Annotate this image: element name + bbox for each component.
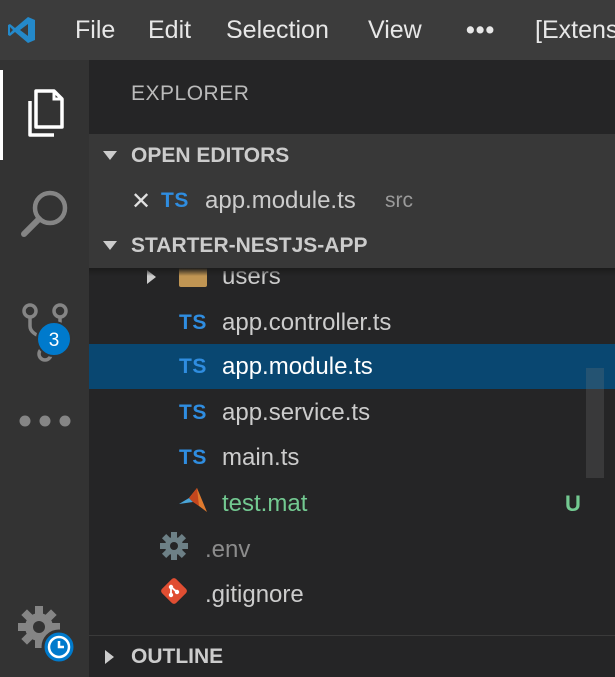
title-bar: File Edit Selection View ••• [Extension … [0, 0, 615, 60]
tree-item-app-module[interactable]: TS app.module.ts [89, 344, 615, 389]
search-button[interactable] [0, 170, 89, 260]
open-editor-name: app.module.ts [205, 187, 356, 214]
menu-edit[interactable]: Edit [148, 0, 191, 60]
tree-item-label: test.mat [222, 489, 308, 517]
tree-item-label: .env [205, 535, 251, 563]
tree-item-label: main.ts [222, 443, 300, 471]
chevron-down-icon [89, 241, 131, 251]
manage-button[interactable] [0, 590, 89, 677]
open-editor-description: src [385, 189, 413, 212]
untracked-status-badge: U [565, 490, 581, 516]
tree-item-label: app.controller.ts [222, 308, 392, 336]
outline-label: OUTLINE [131, 644, 224, 668]
typescript-file-icon: TS [179, 400, 207, 424]
typescript-file-icon: TS [179, 445, 207, 469]
files-icon [24, 87, 68, 144]
tree-item-app-service[interactable]: TS app.service.ts [89, 390, 615, 435]
source-control-badge: 3 [36, 321, 72, 357]
menu-file[interactable]: File [75, 0, 115, 60]
clock-icon [41, 629, 76, 664]
explorer-sidebar: EXPLORER OPEN EDITORS ✕ TS app.module.ts… [89, 60, 615, 677]
chevron-down-icon [89, 151, 131, 161]
tree-item-main[interactable]: TS main.ts [89, 435, 615, 480]
tree-item-gitignore[interactable]: .gitignore [89, 572, 615, 617]
gear-icon [13, 601, 77, 670]
typescript-file-icon: TS [161, 189, 189, 212]
scrollbar-thumb[interactable] [586, 368, 604, 478]
tree-item-label: app.module.ts [222, 352, 373, 380]
project-label: STARTER-NESTJS-APP [131, 234, 368, 257]
header-shadow [89, 268, 615, 276]
git-icon [159, 576, 189, 613]
close-icon[interactable]: ✕ [131, 187, 151, 216]
ellipsis-icon [18, 414, 72, 433]
open-editors-label: OPEN EDITORS [131, 144, 290, 167]
vscode-logo-icon[interactable] [0, 0, 44, 60]
open-editors-header[interactable]: OPEN EDITORS [89, 134, 615, 178]
menu-selection[interactable]: Selection [226, 0, 329, 60]
typescript-file-icon: TS [179, 310, 207, 334]
matlab-icon [177, 486, 209, 521]
explorer-title: EXPLORER [131, 82, 250, 105]
open-editor-item[interactable]: ✕ TS app.module.ts src [89, 178, 615, 224]
tree-item-test-mat[interactable]: test.mat U [89, 481, 615, 526]
window-title: [Extension Development Host] [535, 16, 615, 44]
tree-item-env[interactable]: .env [89, 527, 615, 572]
explorer-button[interactable] [0, 70, 89, 160]
menu-more-button[interactable]: ••• [466, 0, 495, 60]
project-header[interactable]: STARTER-NESTJS-APP [89, 224, 615, 268]
tree-item-app-controller[interactable]: TS app.controller.ts [89, 300, 615, 345]
outline-header[interactable]: OUTLINE [89, 635, 615, 677]
tree-item-label: app.service.ts [222, 398, 371, 426]
more-views-button[interactable] [0, 378, 89, 468]
gear-icon [159, 531, 189, 568]
tree-item-label: .gitignore [205, 580, 304, 608]
activity-bar: 3 [0, 60, 89, 677]
menu-view[interactable]: View [368, 0, 422, 60]
chevron-right-icon [89, 649, 131, 664]
search-icon [18, 186, 72, 245]
typescript-file-icon: TS [179, 354, 207, 378]
